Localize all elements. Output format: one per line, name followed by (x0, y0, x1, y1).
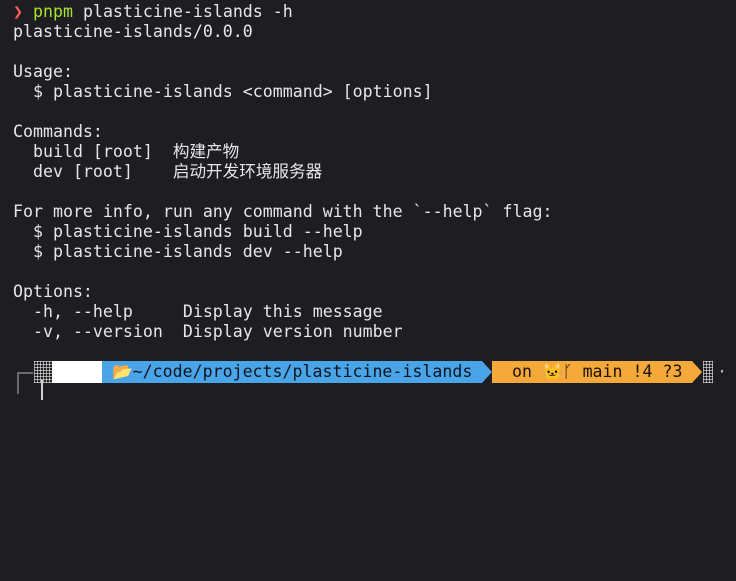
help-build: $ plasticine-islands build --help (13, 222, 363, 241)
options-heading: Options: (13, 282, 93, 301)
command-name: pnpm (33, 2, 73, 21)
usage-line: $ plasticine-islands <command> [options] (13, 82, 433, 101)
command-build: build [root] 构建产物 (13, 142, 240, 161)
os-segment (52, 361, 102, 383)
command-dev: dev [root] 启动开发环境服务器 (13, 162, 323, 181)
option-help: -h, --help Display this message (13, 302, 383, 321)
command-line: ❯ pnpm plasticine-islands -h (13, 2, 293, 22)
prompt-corner-icon (17, 372, 33, 394)
folder-icon: 📂 (112, 362, 133, 381)
usage-heading: Usage: (13, 62, 73, 81)
help-info: For more info, run any command with the … (13, 202, 553, 221)
option-version: -v, --version Display version number (13, 322, 403, 341)
git-separator-icon (692, 361, 702, 383)
git-status: on 🐱ᚴ main !4 ?3 (511, 362, 683, 381)
path-separator-icon (482, 361, 492, 383)
version-output: plasticine-islands/0.0.0 (13, 22, 253, 41)
text-cursor[interactable] (41, 380, 43, 400)
prompt-bar: 📂~/code/projects/plasticine-islands on 🐱… (0, 361, 736, 383)
current-path: ~/code/projects/plasticine-islands (132, 362, 473, 381)
path-segment: 📂~/code/projects/plasticine-islands (102, 361, 482, 383)
commands-heading: Commands: (13, 122, 103, 141)
prompt-bar-left-pattern (34, 361, 52, 383)
trailing-dots: · (717, 362, 727, 381)
help-dev: $ plasticine-islands dev --help (13, 242, 343, 261)
command-args: plasticine-islands -h (72, 2, 293, 21)
git-segment: on 🐱ᚴ main !4 ?3 (492, 361, 692, 383)
prompt-chevron-icon: ❯ (13, 2, 23, 21)
prompt-bar-right-pattern (703, 361, 713, 383)
